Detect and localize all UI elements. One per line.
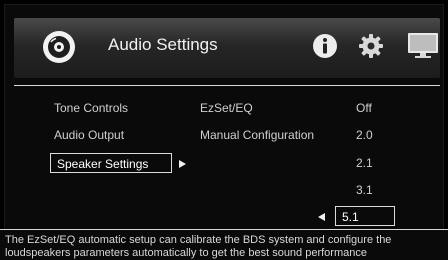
option-3-1[interactable]: 3.1: [356, 180, 373, 200]
menu-item-manual-configuration[interactable]: Manual Configuration: [200, 125, 314, 145]
info-icon[interactable]: [312, 33, 338, 59]
gear-icon[interactable]: [358, 33, 384, 59]
help-text: The EzSet/EQ automatic setup can calibra…: [5, 234, 392, 259]
tv-icon[interactable]: [407, 32, 439, 60]
option-5-1[interactable]: 5.1: [335, 206, 395, 226]
settings-screen: Audio Settings Tone Controls Audio Outpu…: [4, 4, 444, 255]
submenu-arrow-icon: [179, 160, 186, 168]
menu-item-tone-controls[interactable]: Tone Controls: [54, 98, 128, 118]
header-divider: [14, 85, 440, 86]
page-title: Audio Settings: [108, 35, 218, 54]
menu-item-audio-output[interactable]: Audio Output: [54, 125, 124, 145]
menu-item-speaker-settings[interactable]: Speaker Settings: [50, 153, 172, 173]
disc-icon[interactable]: [42, 30, 76, 64]
help-bar: The EzSet/EQ automatic setup can calibra…: [0, 229, 448, 260]
option-off[interactable]: Off: [356, 98, 372, 118]
option-2-1[interactable]: 2.1: [356, 153, 373, 173]
header-bar: Audio Settings: [14, 18, 440, 78]
value-pointer-icon: [318, 213, 325, 221]
menu-item-ezset-eq[interactable]: EzSet/EQ: [200, 98, 253, 118]
option-2-0[interactable]: 2.0: [356, 125, 373, 145]
